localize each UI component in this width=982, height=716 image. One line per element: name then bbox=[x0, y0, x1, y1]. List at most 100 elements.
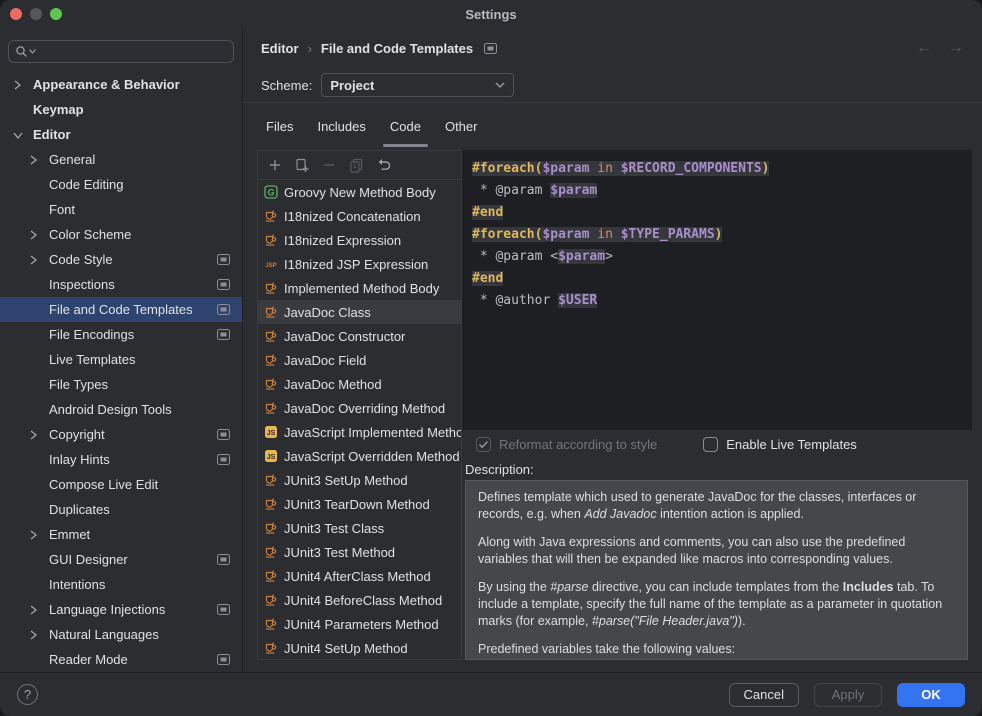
sidebar-item-file-types[interactable]: File Types bbox=[0, 372, 242, 397]
template-item-javascript-overridden-method[interactable]: JSJavaScript Overridden Method bbox=[258, 444, 461, 468]
chevron-right-icon[interactable] bbox=[28, 427, 49, 443]
breadcrumb-editor[interactable]: Editor bbox=[261, 41, 299, 56]
template-item-javadoc-constructor[interactable]: JavaDoc Constructor bbox=[258, 324, 461, 348]
tree-indent bbox=[28, 202, 49, 218]
sidebar-item-intentions[interactable]: Intentions bbox=[0, 572, 242, 597]
search-input[interactable] bbox=[37, 44, 227, 60]
zoom-window-button[interactable] bbox=[50, 8, 62, 20]
tree-indent bbox=[28, 302, 49, 318]
checkbox-label: Enable Live Templates bbox=[726, 437, 857, 452]
template-item-junit3-test-class[interactable]: JUnit3 Test Class bbox=[258, 516, 461, 540]
ok-button[interactable]: OK bbox=[897, 683, 965, 707]
sidebar-item-reader-mode[interactable]: Reader Mode bbox=[0, 647, 242, 672]
template-item-junit3-setup-method[interactable]: JUnit3 SetUp Method bbox=[258, 468, 461, 492]
template-item-label: JavaDoc Overriding Method bbox=[284, 401, 445, 416]
description-panel[interactable]: Defines template which used to generate … bbox=[465, 480, 968, 660]
java-file-icon bbox=[264, 209, 278, 223]
search-icon bbox=[15, 45, 28, 58]
settings-sidebar: Appearance & BehaviorKeymapEditor General… bbox=[0, 28, 243, 672]
template-item-label: JavaScript Implemented Method bbox=[284, 425, 461, 440]
template-item-javadoc-method[interactable]: JavaDoc Method bbox=[258, 372, 461, 396]
chevron-right-icon[interactable] bbox=[28, 527, 49, 543]
chevron-right-icon[interactable] bbox=[12, 77, 33, 93]
template-item-javadoc-overriding-method[interactable]: JavaDoc Overriding Method bbox=[258, 396, 461, 420]
java-file-icon bbox=[264, 377, 278, 391]
chevron-down-icon[interactable] bbox=[12, 127, 33, 143]
reset-to-default-button[interactable] bbox=[375, 157, 391, 173]
sidebar-item-font[interactable]: Font bbox=[0, 197, 242, 222]
chevron-right-icon[interactable] bbox=[28, 252, 49, 268]
back-icon[interactable]: ← bbox=[916, 39, 932, 57]
sidebar-item-emmet[interactable]: Emmet bbox=[0, 522, 242, 547]
sidebar-item-code-style[interactable]: Code Style bbox=[0, 247, 242, 272]
chevron-right-icon[interactable] bbox=[28, 602, 49, 618]
template-item-junit3-test-method[interactable]: JUnit3 Test Method bbox=[258, 540, 461, 564]
tree-indent bbox=[28, 327, 49, 343]
sidebar-item-duplicates[interactable]: Duplicates bbox=[0, 497, 242, 522]
dialog-buttons: CancelApplyOK bbox=[729, 683, 965, 707]
settings-search-box[interactable] bbox=[8, 40, 234, 63]
sidebar-item-natural-languages[interactable]: Natural Languages bbox=[0, 622, 242, 647]
template-item-junit4-parameters-method[interactable]: JUnit4 Parameters Method bbox=[258, 612, 461, 636]
template-item-i18nized-expression[interactable]: I18nized Expression bbox=[258, 228, 461, 252]
template-item-javascript-implemented-method[interactable]: JSJavaScript Implemented Method bbox=[258, 420, 461, 444]
template-item-label: I18nized Expression bbox=[284, 233, 401, 248]
dialog-body: Appearance & BehaviorKeymapEditorGeneral… bbox=[0, 28, 982, 672]
sidebar-item-color-scheme[interactable]: Color Scheme bbox=[0, 222, 242, 247]
chevron-right-icon[interactable] bbox=[28, 627, 49, 643]
sidebar-item-compose-live-edit[interactable]: Compose Live Edit bbox=[0, 472, 242, 497]
template-code-editor[interactable]: #foreach($param in $RECORD_COMPONENTS) *… bbox=[462, 150, 972, 430]
sidebar-item-editor[interactable]: Editor bbox=[0, 122, 242, 147]
breadcrumb-file-and-code-templates: File and Code Templates bbox=[321, 41, 473, 56]
help-button[interactable]: ? bbox=[17, 684, 38, 705]
template-item-label: I18nized Concatenation bbox=[284, 209, 421, 224]
sidebar-item-inlay-hints[interactable]: Inlay Hints bbox=[0, 447, 242, 472]
cancel-button[interactable]: Cancel bbox=[729, 683, 799, 707]
tab-code[interactable]: Code bbox=[378, 103, 433, 150]
add-template-button[interactable] bbox=[267, 157, 283, 173]
tree-indent bbox=[28, 177, 49, 193]
template-item-junit3-teardown-method[interactable]: JUnit3 TearDown Method bbox=[258, 492, 461, 516]
template-item-implemented-method-body[interactable]: Implemented Method Body bbox=[258, 276, 461, 300]
unchecked-checkbox-icon[interactable] bbox=[703, 437, 718, 452]
sidebar-item-code-editing[interactable]: Code Editing bbox=[0, 172, 242, 197]
sidebar-item-file-encodings[interactable]: File Encodings bbox=[0, 322, 242, 347]
chevron-right-icon[interactable] bbox=[28, 152, 49, 168]
template-item-junit4-afterclass-method[interactable]: JUnit4 AfterClass Method bbox=[258, 564, 461, 588]
template-item-i18nized-jsp-expression[interactable]: JSPI18nized JSP Expression bbox=[258, 252, 461, 276]
java-file-icon bbox=[264, 233, 278, 247]
search-history-caret-icon[interactable] bbox=[29, 49, 36, 54]
tab-other[interactable]: Other bbox=[433, 103, 490, 150]
sidebar-item-file-and-code-templates[interactable]: File and Code Templates bbox=[0, 297, 242, 322]
sidebar-item-appearance-behavior[interactable]: Appearance & Behavior bbox=[0, 72, 242, 97]
template-item-junit4-setup-method[interactable]: JUnit4 SetUp Method bbox=[258, 636, 461, 659]
template-item-junit4-beforeclass-method[interactable]: JUnit4 BeforeClass Method bbox=[258, 588, 461, 612]
sidebar-item-inspections[interactable]: Inspections bbox=[0, 272, 242, 297]
template-item-javadoc-class[interactable]: JavaDoc Class bbox=[258, 300, 461, 324]
sidebar-item-general[interactable]: General bbox=[0, 147, 242, 172]
sidebar-item-android-design-tools[interactable]: Android Design Tools bbox=[0, 397, 242, 422]
sidebar-item-label: Code Style bbox=[49, 252, 113, 267]
template-item-i18nized-concatenation[interactable]: I18nized Concatenation bbox=[258, 204, 461, 228]
overridden-for-project-icon bbox=[484, 43, 497, 54]
sidebar-item-language-injections[interactable]: Language Injections bbox=[0, 597, 242, 622]
template-item-javadoc-field[interactable]: JavaDoc Field bbox=[258, 348, 461, 372]
sidebar-item-label: Android Design Tools bbox=[49, 402, 172, 417]
sidebar-item-copyright[interactable]: Copyright bbox=[0, 422, 242, 447]
tab-includes[interactable]: Includes bbox=[305, 103, 377, 150]
sidebar-item-gui-designer[interactable]: GUI Designer bbox=[0, 547, 242, 572]
sidebar-item-label: General bbox=[49, 152, 95, 167]
sidebar-item-keymap[interactable]: Keymap bbox=[0, 97, 242, 122]
forward-icon[interactable]: → bbox=[948, 39, 964, 57]
scheme-select[interactable]: Project bbox=[321, 73, 514, 97]
close-window-button[interactable] bbox=[10, 8, 22, 20]
checkbox-enable-live-templates[interactable]: Enable Live Templates bbox=[703, 437, 857, 452]
create-child-template-button[interactable] bbox=[294, 157, 310, 173]
template-item-groovy-new-method-body[interactable]: GGroovy New Method Body bbox=[258, 180, 461, 204]
template-item-label: JavaDoc Constructor bbox=[284, 329, 405, 344]
tab-files[interactable]: Files bbox=[254, 103, 305, 150]
chevron-right-icon[interactable] bbox=[28, 227, 49, 243]
template-item-label: JUnit3 Test Method bbox=[284, 545, 395, 560]
sidebar-item-live-templates[interactable]: Live Templates bbox=[0, 347, 242, 372]
template-list: GGroovy New Method Body I18nized Concaten… bbox=[258, 180, 461, 659]
